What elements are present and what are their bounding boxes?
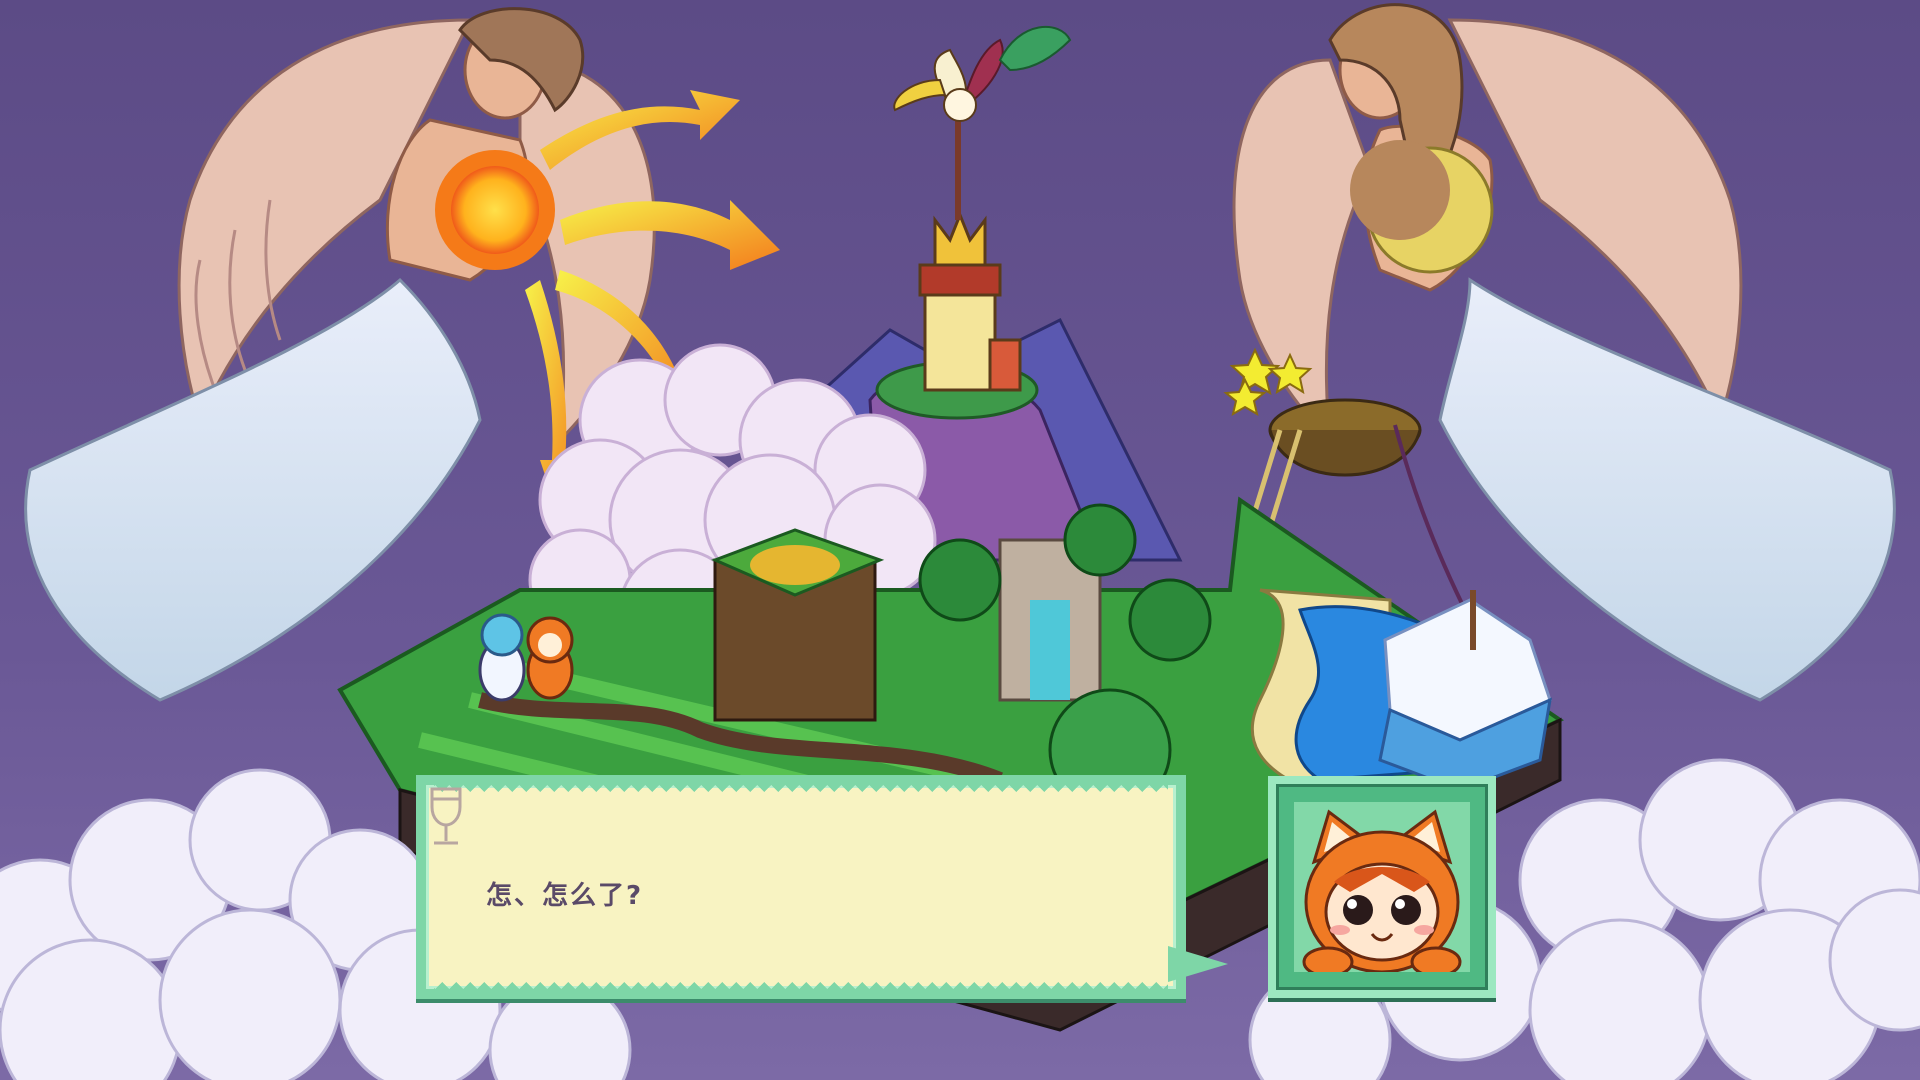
- speaker-portrait-icon: [1302, 809, 1462, 972]
- dialog-text: 怎、怎么了?: [486, 881, 644, 911]
- sun-icon: [435, 150, 555, 270]
- speaker-portrait: [1268, 776, 1496, 998]
- cat-character: [526, 616, 574, 700]
- game-scene: 怎、怎么了?: [0, 0, 1920, 1080]
- penguin-character: [478, 613, 526, 702]
- dialog-box[interactable]: 怎、怎么了?: [416, 775, 1186, 999]
- dialog-tail: [1168, 946, 1228, 982]
- wine-glass-continue-icon[interactable]: [426, 785, 466, 847]
- portrait-panel: [1294, 802, 1470, 972]
